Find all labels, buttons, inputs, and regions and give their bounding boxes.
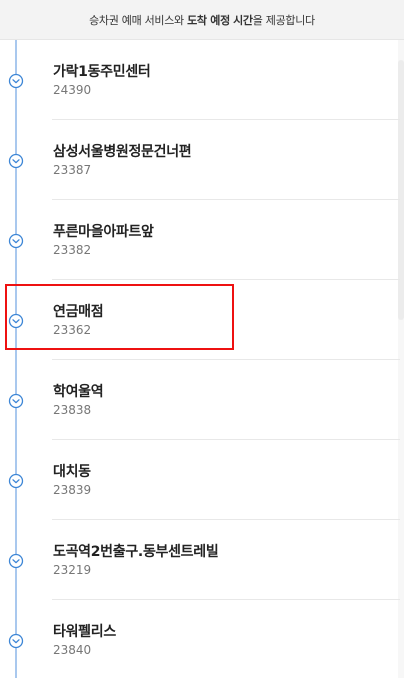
stop-number: 23840 xyxy=(53,643,92,657)
chevron-down-circle-icon xyxy=(8,633,24,649)
list-item-stop[interactable]: 삼성서울병원정문건너편 23387 xyxy=(0,120,400,200)
list-item-stop[interactable]: 타워펠리스 23840 xyxy=(0,600,400,678)
chevron-down-circle-icon xyxy=(8,553,24,569)
list-item-stop[interactable]: 가락1동주민센터 24390 xyxy=(0,40,400,120)
stop-number: 24390 xyxy=(53,83,92,97)
stop-name: 연금매점 xyxy=(53,304,104,320)
chevron-down-circle-icon xyxy=(8,473,24,489)
stop-number: 23382 xyxy=(53,243,92,257)
chevron-down-circle-icon xyxy=(8,393,24,409)
info-banner: 승차권 예매 서비스와 도착 예정 시간 을 제공합니다 xyxy=(0,0,404,40)
chevron-down-circle-icon xyxy=(8,73,24,89)
stop-name: 가락1동주민센터 xyxy=(53,64,151,80)
stop-name: 삼성서울병원정문건너편 xyxy=(53,144,192,160)
chevron-down-circle-icon xyxy=(8,153,24,169)
list-item-stop[interactable]: 푸른마을아파트앞 23382 xyxy=(0,200,400,280)
stop-number: 23839 xyxy=(53,483,92,497)
stop-name: 도곡역2번출구.동부센트레빌 xyxy=(53,544,219,560)
stop-name: 타워펠리스 xyxy=(53,624,116,640)
stop-name: 푸른마을아파트앞 xyxy=(53,224,154,240)
list-item-stop[interactable]: 도곡역2번출구.동부센트레빌 23219 xyxy=(0,520,400,600)
chevron-down-circle-icon xyxy=(8,233,24,249)
stop-number: 23387 xyxy=(53,163,92,177)
chevron-down-circle-icon xyxy=(8,313,24,329)
stop-number: 23838 xyxy=(53,403,92,417)
bus-stop-list[interactable]: 가락1동주민센터 24390 삼성서울병원정문건너편 23387 푸른마을아파트… xyxy=(0,40,404,678)
banner-text-1: 승차권 예매 서비스와 xyxy=(89,13,184,27)
list-item-stop[interactable]: 연금매점 23362 xyxy=(0,280,400,360)
stop-name: 학여울역 xyxy=(53,384,104,400)
banner-text-2: 을 제공합니다 xyxy=(252,13,315,27)
list-item-stop[interactable]: 학여울역 23838 xyxy=(0,360,400,440)
stop-number: 23362 xyxy=(53,323,92,337)
stop-name: 대치동 xyxy=(53,464,91,480)
banner-text-bold-1: 도착 예정 xyxy=(187,13,230,27)
list-item-stop[interactable]: 대치동 23839 xyxy=(0,440,400,520)
stop-number: 23219 xyxy=(53,563,92,577)
banner-text-bold-2: 시간 xyxy=(233,13,253,27)
